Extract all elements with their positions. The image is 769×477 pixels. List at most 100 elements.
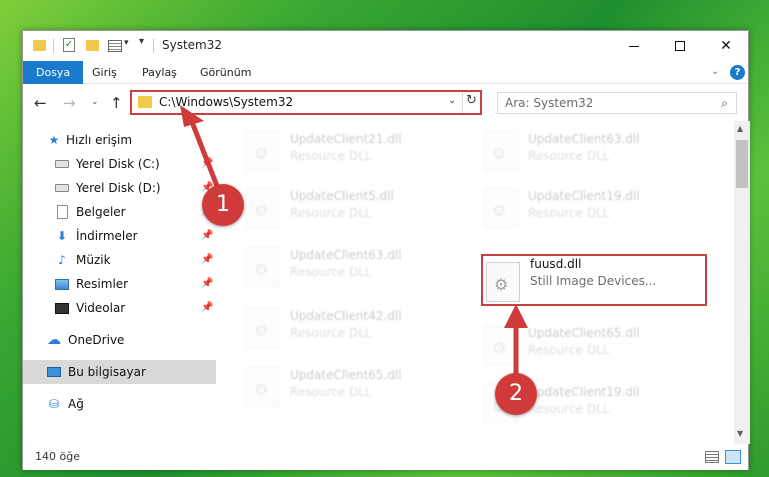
maximize-button[interactable] bbox=[657, 31, 703, 61]
scroll-down-icon[interactable]: ▼ bbox=[737, 429, 743, 438]
sidebar-item-label: Müzik bbox=[76, 253, 111, 267]
address-path[interactable]: C:\Windows\System32 bbox=[159, 95, 293, 109]
file-item[interactable]: UpdateClient65.dll Resource DLL bbox=[484, 319, 714, 371]
highlight-box bbox=[481, 254, 707, 306]
sidebar-item-local-disk-c[interactable]: Yerel Disk (C:) 📌 bbox=[23, 152, 216, 176]
network-icon: ⛁ bbox=[48, 397, 60, 411]
tab-share[interactable]: Paylaş bbox=[130, 61, 189, 84]
dll-file-icon bbox=[246, 131, 280, 171]
address-bar[interactable]: C:\Windows\System32 ⌄ ↻ bbox=[130, 90, 482, 115]
dll-file-icon bbox=[484, 188, 518, 228]
file-name: UpdateClient42.dll bbox=[290, 309, 402, 323]
navigation-pane: ★ Hızlı erişim Yerel Disk (C:) 📌 Yerel D… bbox=[23, 121, 216, 444]
sidebar-item-label: Yerel Disk (D:) bbox=[76, 181, 161, 195]
large-icons-view-icon[interactable] bbox=[725, 450, 741, 464]
sidebar-item-quick-access[interactable]: ★ Hızlı erişim bbox=[23, 128, 216, 152]
file-item[interactable]: UpdateClient63.dll Resource DLL bbox=[246, 241, 476, 293]
sidebar-item-downloads[interactable]: ⬇ İndirmeler 📌 bbox=[23, 224, 216, 248]
file-type: Resource DLL bbox=[528, 402, 610, 416]
status-bar: 140 öğe bbox=[23, 444, 748, 470]
title-bar: ✓ ▾ ▾ System32 ✕ bbox=[23, 31, 748, 61]
sidebar-item-label: İndirmeler bbox=[76, 229, 138, 243]
file-name: UpdateClient5.dll bbox=[290, 189, 394, 203]
file-type: Resource DLL bbox=[528, 343, 610, 357]
sidebar-item-label: Videolar bbox=[76, 301, 126, 315]
scroll-up-icon[interactable]: ▲ bbox=[737, 124, 743, 133]
up-arrow-icon[interactable]: ↑ bbox=[110, 94, 123, 112]
sidebar-item-label: Belgeler bbox=[76, 205, 126, 219]
file-item[interactable]: UpdateClient19.dll Resource DLL bbox=[484, 182, 714, 234]
file-item[interactable]: UpdateClient42.dll Resource DLL bbox=[246, 302, 476, 354]
file-type: Resource DLL bbox=[290, 265, 372, 279]
sidebar-item-label: Bu bilgisayar bbox=[68, 365, 146, 379]
pin-icon[interactable]: 📌 bbox=[201, 272, 213, 296]
step-badge-2: 2 bbox=[495, 373, 537, 415]
music-icon: ♪ bbox=[58, 253, 66, 267]
folder-icon bbox=[138, 96, 152, 108]
documents-icon bbox=[57, 205, 68, 219]
search-input[interactable]: Ara: System32 ⌕ bbox=[497, 92, 737, 114]
sidebar-item-music[interactable]: ♪ Müzik 📌 bbox=[23, 248, 216, 272]
dll-file-icon bbox=[246, 308, 280, 348]
file-type: Resource DLL bbox=[528, 149, 610, 163]
pictures-icon bbox=[55, 279, 69, 290]
properties-check-icon[interactable]: ✓ bbox=[63, 38, 75, 52]
file-name: UpdateClient19.dll bbox=[528, 385, 640, 399]
help-icon[interactable]: ? bbox=[730, 65, 745, 80]
search-icon[interactable]: ⌕ bbox=[721, 96, 728, 111]
pin-icon[interactable]: 📌 bbox=[201, 296, 213, 320]
tab-view[interactable]: Görünüm bbox=[188, 61, 263, 84]
file-item[interactable]: UpdateClient65.dll Resource DLL bbox=[246, 361, 476, 413]
forward-arrow-icon[interactable]: → bbox=[63, 94, 76, 112]
refresh-icon[interactable]: ↻ bbox=[466, 93, 477, 108]
scrollbar-thumb[interactable] bbox=[736, 140, 748, 188]
pin-icon[interactable]: 📌 bbox=[201, 152, 213, 176]
sidebar-item-label: Ağ bbox=[68, 397, 84, 411]
tab-file[interactable]: Dosya bbox=[23, 61, 84, 84]
explorer-window: ✓ ▾ ▾ System32 ✕ Dosya Giriş Paylaş Görü… bbox=[22, 30, 750, 470]
chevron-down-icon[interactable]: ▾ bbox=[124, 38, 129, 54]
pin-icon[interactable]: 📌 bbox=[201, 224, 213, 248]
sidebar-item-this-pc[interactable]: Bu bilgisayar bbox=[23, 360, 216, 384]
maximize-icon bbox=[675, 41, 685, 51]
dll-file-icon bbox=[484, 325, 518, 365]
details-view-icon[interactable] bbox=[705, 451, 719, 463]
sidebar-item-videos[interactable]: Videolar 📌 bbox=[23, 296, 216, 320]
video-icon bbox=[55, 303, 69, 314]
tab-home[interactable]: Giriş bbox=[80, 61, 129, 84]
step-badge-1: 1 bbox=[202, 184, 244, 226]
close-button[interactable]: ✕ bbox=[703, 31, 749, 61]
expand-ribbon-icon[interactable]: ⌄ bbox=[711, 66, 719, 77]
chevron-down-icon[interactable]: ⌄ bbox=[448, 95, 456, 106]
sidebar-item-documents[interactable]: Belgeler 📌 bbox=[23, 200, 216, 224]
drive-icon bbox=[55, 160, 69, 168]
pin-icon[interactable]: 📌 bbox=[201, 248, 213, 272]
sidebar-item-label: Resimler bbox=[76, 277, 129, 291]
recent-locations-icon[interactable]: ⌄ bbox=[91, 97, 99, 107]
file-name: UpdateClient65.dll bbox=[290, 368, 402, 382]
star-icon: ★ bbox=[48, 133, 60, 147]
customize-toolbar-icon[interactable]: ▾ bbox=[139, 36, 144, 52]
ribbon-tabs: Dosya Giriş Paylaş Görünüm ⌄ ? bbox=[23, 61, 748, 84]
file-item[interactable]: UpdateClient63.dll Resource DLL bbox=[484, 125, 714, 177]
file-type: Resource DLL bbox=[290, 206, 372, 220]
new-folder-icon[interactable] bbox=[86, 40, 99, 51]
sidebar-item-label: Yerel Disk (C:) bbox=[76, 157, 160, 171]
properties-icon[interactable] bbox=[108, 40, 122, 52]
vertical-scrollbar[interactable]: ▲ ▼ bbox=[734, 121, 750, 444]
dll-file-icon bbox=[246, 188, 280, 228]
close-icon: ✕ bbox=[720, 38, 732, 54]
sidebar-item-onedrive[interactable]: ☁ OneDrive bbox=[23, 328, 216, 352]
cloud-icon: ☁ bbox=[47, 332, 61, 348]
file-item[interactable]: UpdateClient21.dll Resource DLL bbox=[246, 125, 476, 177]
sidebar-item-network[interactable]: ⛁ Ağ bbox=[23, 392, 216, 416]
minimize-button[interactable] bbox=[611, 31, 657, 61]
file-name: UpdateClient21.dll bbox=[290, 132, 402, 146]
folder-icon bbox=[33, 40, 46, 51]
sidebar-item-pictures[interactable]: Resimler 📌 bbox=[23, 272, 216, 296]
file-item[interactable]: UpdateClient5.dll Resource DLL bbox=[246, 182, 476, 234]
dll-file-icon bbox=[246, 247, 280, 287]
sidebar-item-local-disk-d[interactable]: Yerel Disk (D:) 📌 bbox=[23, 176, 216, 200]
back-arrow-icon[interactable]: ← bbox=[34, 94, 47, 112]
file-name: UpdateClient63.dll bbox=[290, 248, 402, 262]
